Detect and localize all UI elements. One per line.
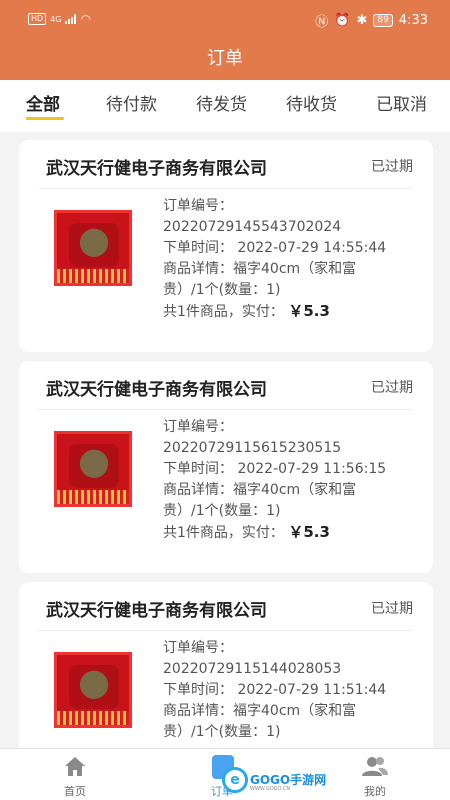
hd-icon: HD	[28, 13, 47, 25]
order-number: 20220729115144028053	[163, 661, 342, 677]
network-label: 4G	[50, 14, 62, 24]
product-detail-cont: 贵）/1个(数量：1)	[163, 282, 281, 298]
product-detail: 商品详情：福字40cm（家和富	[163, 703, 357, 719]
product-image[interactable]	[54, 652, 132, 728]
tab-pending-shipment[interactable]: 待发货	[196, 90, 247, 115]
tab-all[interactable]: 全部	[26, 90, 60, 115]
home-icon	[65, 757, 85, 776]
logo-e-icon: e	[222, 767, 248, 793]
total-amount: ￥5.3	[288, 302, 330, 320]
order-card[interactable]: 武汉天行健电子商务有限公司 已过期 订单编号： 2022072911561523…	[19, 361, 433, 573]
watermark-logo: e GOGO手游网 WWW.GOGO.CN	[206, 753, 326, 793]
bluetooth-icon: ✱	[356, 13, 368, 28]
divider	[39, 188, 413, 189]
order-status: 已过期	[371, 380, 413, 396]
battery-indicator: 89	[373, 14, 393, 27]
order-time: 下单时间： 2022-07-29 11:56:15	[163, 461, 387, 477]
total-prefix: 共1件商品，实付：	[163, 525, 284, 541]
order-total: 共1件商品，实付： ￥5.3	[163, 522, 386, 544]
divider	[39, 409, 413, 410]
product-detail-cont: 贵）/1个(数量：1)	[163, 503, 281, 519]
nav-mine[interactable]: 我的	[345, 755, 405, 799]
order-number: 20220729115615230515	[163, 440, 342, 456]
product-detail: 商品详情：福字40cm（家和富	[163, 482, 357, 498]
order-time: 下单时间： 2022-07-29 14:55:44	[163, 240, 387, 256]
order-number-label: 订单编号：	[163, 640, 233, 656]
shop-name: 武汉天行健电子商务有限公司	[46, 159, 267, 179]
app-header: HD 4G ◠ Ⓝ ⏰ ✱ 89 4:33 订单	[0, 0, 450, 80]
order-card[interactable]: 武汉天行健电子商务有限公司 已过期 订单编号： 2022072914554370…	[19, 140, 433, 352]
total-amount: ￥5.3	[288, 523, 330, 541]
wifi-icon: ◠	[80, 12, 91, 26]
status-bar: HD 4G ◠ Ⓝ ⏰ ✱ 89 4:33	[0, 0, 450, 40]
users-icon	[362, 757, 388, 776]
order-status: 已过期	[371, 159, 413, 175]
tab-pending-payment[interactable]: 待付款	[106, 90, 157, 115]
signal-icon	[65, 14, 77, 24]
total-prefix: 共1件商品，实付：	[163, 304, 284, 320]
order-total: 共1件商品，实付： ￥5.3	[163, 301, 386, 323]
divider	[39, 630, 413, 631]
tab-pending-receipt[interactable]: 待收货	[286, 90, 337, 115]
order-number-label: 订单编号：	[163, 198, 233, 214]
tab-indicator	[26, 117, 64, 120]
order-status: 已过期	[371, 601, 413, 617]
nav-home[interactable]: 首页	[45, 755, 105, 799]
shop-name: 武汉天行健电子商务有限公司	[46, 601, 267, 621]
order-number: 20220729145543702024	[163, 219, 342, 235]
order-tabs: 全部 待付款 待发货 待收货 已取消	[0, 80, 450, 132]
clock: 4:33	[398, 13, 428, 28]
nav-mine-label: 我的	[364, 785, 386, 798]
order-time: 下单时间： 2022-07-29 11:51:44	[163, 682, 387, 698]
order-info: 订单编号： 20220729145543702024 下单时间： 2022-07…	[163, 196, 386, 323]
shop-name: 武汉天行健电子商务有限公司	[46, 380, 267, 400]
page-title: 订单	[207, 48, 243, 69]
nav-home-label: 首页	[64, 785, 86, 798]
tab-cancelled[interactable]: 已取消	[376, 90, 427, 115]
product-image[interactable]	[54, 431, 132, 507]
order-info: 订单编号： 20220729115144028053 下单时间： 2022-07…	[163, 638, 386, 743]
product-image[interactable]	[54, 210, 132, 286]
order-info: 订单编号： 20220729115615230515 下单时间： 2022-07…	[163, 417, 386, 544]
product-detail: 商品详情：福字40cm（家和富	[163, 261, 357, 277]
product-detail-cont: 贵）/1个(数量：1)	[163, 724, 281, 740]
order-number-label: 订单编号：	[163, 419, 233, 435]
watermark-url: WWW.GOGO.CN	[250, 786, 291, 792]
alarm-icon: ⏰	[334, 13, 351, 28]
nfc-icon: Ⓝ	[315, 15, 329, 30]
